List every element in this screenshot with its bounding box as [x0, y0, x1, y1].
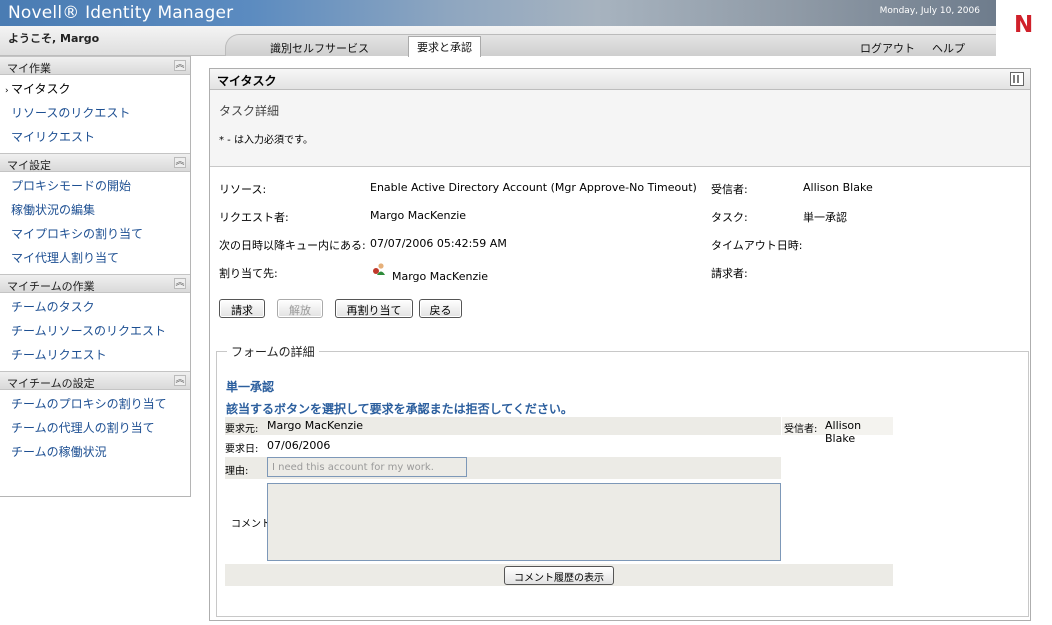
queued-since-label: 次の日時以降キュー内にある: — [219, 239, 366, 252]
sidebar-item-team-tasks[interactable]: チームのタスク — [0, 293, 190, 317]
claimant-label: 請求者: — [711, 267, 748, 280]
requested-by-value: Margo MacKenzie — [267, 419, 364, 432]
logo-letter: N — [1014, 12, 1034, 38]
user-icon — [373, 263, 385, 275]
reason-input[interactable] — [267, 457, 467, 477]
release-button[interactable]: 解放 — [277, 299, 323, 318]
recipient-value: Allison Blake — [803, 181, 873, 194]
novell-logo: N — [996, 0, 1052, 56]
resource-label: リソース: — [219, 183, 267, 196]
sidebar-section-my-work[interactable]: マイ作業 ︽ — [0, 56, 190, 75]
assigned-to-value: Margo MacKenzie — [392, 270, 489, 283]
sidebar-item-my-proxy[interactable]: マイプロキシの割り当て — [0, 220, 190, 244]
form-instruction: 該当するボタンを選択して要求を承認または拒否してください。 — [226, 402, 573, 416]
sidebar-item-request-resource[interactable]: リソースのリクエスト — [0, 99, 190, 123]
queued-since-value: 07/07/2006 05:42:59 AM — [370, 237, 507, 250]
back-button[interactable]: 戻る — [419, 299, 462, 318]
sidebar: マイ作業 ︽ › マイタスク リソースのリクエスト マイリクエスト マイ設定 ︽ … — [0, 56, 191, 497]
sidebar-item-my-delegate[interactable]: マイ代理人割り当て — [0, 244, 190, 268]
form-details: フォームの詳細 単一承認 該当するボタンを選択して要求を承認または拒否してくださ… — [216, 343, 1029, 617]
help-link[interactable]: ヘルプ — [924, 38, 973, 57]
sidebar-item-my-tasks[interactable]: › マイタスク — [0, 75, 190, 99]
my-tasks-panel: マイタスク タスク詳細 * - は入力必須です。 リソース: Enable Ac… — [209, 68, 1031, 621]
assigned-to-label: 割り当て先: — [219, 267, 278, 280]
request-date-label: 要求日: — [225, 444, 259, 455]
requested-by-row: 要求元: Margo MacKenzie — [225, 417, 781, 435]
task-intro: タスク詳細 * - は入力必須です。 — [210, 90, 1030, 167]
sidebar-section-title: マイ設定 — [7, 159, 51, 172]
tab-strip: 識別セルフサービス 要求と承認 ログアウト ヘルプ — [225, 34, 996, 57]
requester-value: Margo MacKenzie — [370, 209, 467, 222]
form-details-legend: フォームの詳細 — [227, 343, 319, 360]
request-date-value: 07/06/2006 — [267, 439, 331, 452]
app-header: Novell® Identity Manager Monday, July 10… — [0, 0, 1052, 57]
sidebar-section-team-settings[interactable]: マイチームの設定 ︽ — [0, 371, 190, 390]
tab-requests-approvals[interactable]: 要求と承認 — [408, 36, 481, 57]
requested-by-label: 要求元: — [225, 424, 259, 435]
task-type-label: タスク: — [711, 211, 748, 224]
sidebar-section-team-work[interactable]: マイチームの作業 ︽ — [0, 274, 190, 293]
reason-label: 理由: — [225, 466, 249, 477]
form-title: 単一承認 — [226, 380, 275, 394]
sidebar-section-title: マイ作業 — [7, 62, 51, 75]
collapse-icon[interactable]: ︽ — [174, 157, 186, 168]
resource-value: Enable Active Directory Account (Mgr App… — [370, 181, 697, 194]
brand-bar: Novell® Identity Manager Monday, July 10… — [0, 0, 996, 26]
collapse-icon[interactable]: ︽ — [174, 278, 186, 289]
recipient-label: 受信者: — [711, 183, 748, 196]
task-type-value: 単一承認 — [803, 211, 847, 224]
sidebar-section-title: マイチームの作業 — [7, 280, 95, 293]
sidebar-item-label: マイタスク — [11, 82, 71, 96]
header-date: Monday, July 10, 2006 — [879, 6, 980, 16]
panel-title: マイタスク — [217, 74, 277, 88]
panel-header: マイタスク — [210, 69, 1030, 90]
request-date-row: 要求日: 07/06/2006 — [225, 437, 781, 455]
comment-history-row: コメント履歴の表示 — [225, 564, 893, 586]
collapse-icon[interactable]: ︽ — [174, 375, 186, 386]
form-recipient-value: Allison Blake — [825, 419, 862, 445]
claim-button[interactable]: 請求 — [219, 299, 265, 318]
tab-identity-self-service[interactable]: 識別セルフサービス — [262, 38, 377, 57]
welcome-message: ようこそ, Margo — [8, 32, 100, 45]
sidebar-item-team-requests[interactable]: チームリクエスト — [0, 341, 190, 365]
sidebar-item-team-availability[interactable]: チームの稼働状況 — [0, 438, 190, 462]
sidebar-item-team-proxy[interactable]: チームのプロキシの割り当て — [0, 390, 190, 414]
logout-link[interactable]: ログアウト — [852, 38, 923, 57]
sidebar-item-my-requests[interactable]: マイリクエスト — [0, 123, 190, 147]
app-title: Novell® Identity Manager — [8, 3, 234, 23]
timeout-label: タイムアウト日時: — [711, 239, 803, 252]
sidebar-item-start-proxy[interactable]: プロキシモードの開始 — [0, 172, 190, 196]
task-detail-heading: タスク詳細 — [219, 104, 280, 118]
form-recipient-label: 受信者: — [784, 424, 818, 435]
collapse-icon[interactable]: ︽ — [174, 60, 186, 71]
show-comment-history-button[interactable]: コメント履歴の表示 — [504, 566, 614, 585]
sidebar-section-my-settings[interactable]: マイ設定 ︽ — [0, 153, 190, 172]
comment-textarea[interactable] — [267, 483, 781, 561]
required-note: * - は入力必須です。 — [219, 135, 313, 146]
welcome-bar: ようこそ, Margo 識別セルフサービス 要求と承認 ログアウト ヘルプ — [0, 26, 996, 57]
requester-label: リクエスト者: — [219, 211, 289, 224]
sidebar-item-team-delegate[interactable]: チームの代理人の割り当て — [0, 414, 190, 438]
form-recipient: 受信者: Allison Blake — [782, 417, 893, 445]
sidebar-section-title: マイチームの設定 — [7, 377, 95, 390]
list-view-icon[interactable] — [1010, 72, 1024, 86]
reassign-button[interactable]: 再割り当て — [335, 299, 413, 318]
sidebar-item-team-resource-request[interactable]: チームリソースのリクエスト — [0, 317, 190, 341]
sidebar-item-edit-availability[interactable]: 稼働状況の編集 — [0, 196, 190, 220]
